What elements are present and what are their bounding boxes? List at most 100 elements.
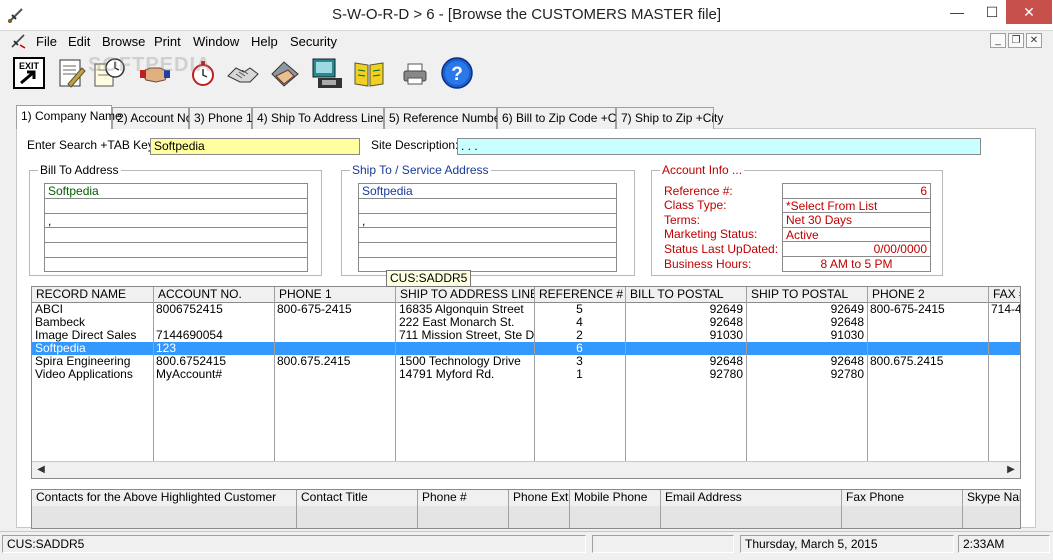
scroll-left-icon[interactable]: ◀ (33, 463, 49, 477)
terms-value[interactable]: Net 30 Days (783, 213, 930, 228)
col-fax[interactable]: FAX # (989, 287, 1020, 303)
hand-card-icon[interactable] (268, 56, 302, 90)
table-cell: 92649 (709, 303, 743, 316)
table-cell: ABCI (35, 303, 64, 316)
col-reference[interactable]: REFERENCE # (535, 287, 626, 303)
tab-ship-to-zip[interactable]: 7) Ship to Zip +City (616, 107, 723, 129)
table-cell: 8006752415 (156, 303, 223, 316)
col-mobile-phone[interactable]: Mobile Phone (570, 490, 661, 506)
col-bill-to-postal[interactable]: BILL TO POSTAL (626, 287, 747, 303)
search-input[interactable]: Softpedia (150, 138, 360, 155)
mdi-restore-button[interactable]: ❐ (1008, 33, 1024, 48)
table-cell: Spira Engineering (35, 355, 131, 368)
table-cell: 1500 Technology Drive (399, 355, 521, 368)
marketing-status-label: Marketing Status: (664, 227, 758, 241)
status-time: 2:33AM (958, 535, 1050, 553)
tab-phone-1[interactable]: 3) Phone 1 (189, 107, 253, 129)
tab-reference-number[interactable]: 5) Reference Number (384, 107, 504, 129)
mdi-minimize-button[interactable]: _ (990, 33, 1006, 48)
help-icon[interactable]: ? (440, 56, 474, 90)
bill-to-line-5[interactable] (45, 243, 307, 258)
table-row[interactable]: Video Applications MyAccount# 14791 Myford… (32, 368, 1020, 381)
col-contact-phone[interactable]: Phone # (418, 490, 509, 506)
table-row[interactable]: Image Direct Sales 7144690054 711 Mission … (32, 329, 1020, 342)
maximize-button[interactable]: ☐ (975, 0, 1009, 24)
table-cell: 14791 Myford Rd. (399, 368, 495, 381)
ship-to-line-4[interactable] (359, 228, 616, 244)
marketing-status-value[interactable]: Active (783, 228, 930, 243)
menu-file[interactable]: File (36, 34, 57, 49)
col-ship-to-address-line2[interactable]: SHIP TO ADDRESS LINE2 (396, 287, 535, 303)
menu-print[interactable]: Print (154, 34, 181, 49)
col-phone-ext[interactable]: Phone Ext (509, 490, 570, 506)
bill-to-line-6[interactable] (45, 258, 307, 273)
close-button[interactable]: ✕ (1006, 0, 1052, 24)
tab-account-no[interactable]: 2) Account No (112, 107, 192, 129)
col-contacts[interactable]: Contacts for the Above Highlighted Custo… (32, 490, 297, 506)
bill-to-line-1[interactable]: Softpedia (45, 184, 307, 199)
col-ship-to-postal[interactable]: SHIP TO POSTAL (747, 287, 868, 303)
table-cell (395, 342, 534, 355)
table-cell (988, 329, 1020, 342)
menu-browse[interactable]: Browse (102, 34, 145, 49)
reference-value[interactable]: 6 (783, 184, 930, 199)
document-edit-icon[interactable] (54, 56, 88, 90)
table-row[interactable]: Bambeck 222 East Monarch St. 4 92648 92648 (32, 316, 1020, 329)
bill-to-line-2[interactable] (45, 199, 307, 214)
bill-to-line-4[interactable] (45, 228, 307, 244)
col-email-address[interactable]: Email Address (661, 490, 842, 506)
printer-icon[interactable] (398, 56, 432, 90)
ship-to-line-5[interactable] (359, 243, 616, 258)
handshake-deal-icon[interactable] (226, 56, 260, 90)
table-cell: 16835 Algonquin Street (399, 303, 524, 316)
ship-to-line-3[interactable]: , (359, 214, 616, 229)
table-cell (988, 316, 1020, 329)
book-icon[interactable] (352, 56, 386, 90)
table-row[interactable]: Spira Engineering 800.6752415 800.675.2415… (32, 355, 1020, 368)
col-skype-name[interactable]: Skype Nam (963, 490, 1020, 506)
table-cell: 92648 (830, 355, 864, 368)
col-phone-2[interactable]: PHONE 2 (868, 287, 989, 303)
col-account-no[interactable]: ACCOUNT NO. (154, 287, 275, 303)
contacts-grid[interactable]: Contacts for the Above Highlighted Custo… (31, 489, 1021, 529)
col-contact-title[interactable]: Contact Title (297, 490, 418, 506)
grid-horizontal-scrollbar[interactable]: ◀ ▶ (32, 461, 1020, 478)
mdi-close-button[interactable]: ✕ (1026, 33, 1042, 48)
scroll-right-icon[interactable]: ▶ (1003, 463, 1019, 477)
col-phone-1[interactable]: PHONE 1 (275, 287, 396, 303)
table-row[interactable]: Softpedia 123 6 (32, 342, 1020, 355)
site-description-input[interactable]: . . . (457, 138, 981, 155)
col-record-name[interactable]: RECORD NAME (32, 287, 154, 303)
status-updated-value[interactable]: 0/00/0000 (783, 242, 930, 257)
table-cell: 800-675-2415 (870, 303, 945, 316)
class-type-value[interactable]: *Select From List (783, 199, 930, 214)
table-cell: 91030 (709, 329, 743, 342)
menu-security[interactable]: Security (290, 34, 337, 49)
table-cell (153, 316, 274, 329)
exit-icon[interactable]: EXIT (12, 56, 46, 90)
menu-window[interactable]: Window (193, 34, 239, 49)
table-row[interactable]: ABCI 8006752415 800-675-2415 16835 Algonqui… (32, 303, 1020, 316)
site-description-label: Site Description: (371, 138, 459, 152)
menu-edit[interactable]: Edit (68, 34, 90, 49)
reference-label: Reference #: (664, 184, 733, 198)
ship-to-line-1[interactable]: Softpedia (359, 184, 616, 199)
computer-disk-icon[interactable] (310, 56, 344, 90)
tab-ship-to-address-line-2[interactable]: 4) Ship To Address Line 2 (252, 107, 394, 129)
tab-bill-to-zip[interactable]: 6) Bill to Zip Code +City (497, 107, 628, 129)
sword-doc-icon[interactable] (10, 33, 26, 49)
bill-to-title: Bill To Address (38, 163, 121, 177)
customers-grid[interactable]: RECORD NAME ACCOUNT NO. PHONE 1 SHIP TO … (31, 286, 1021, 479)
ship-to-line-2[interactable] (359, 199, 616, 214)
minimize-button[interactable]: — (940, 0, 974, 24)
bill-to-line-3[interactable]: , (45, 214, 307, 229)
account-info-values: 6 *Select From List Net 30 Days Active 0… (782, 183, 931, 272)
table-cell: 92649 (830, 303, 864, 316)
table-cell: 7144690054 (156, 329, 223, 342)
table-cell: 92780 (709, 368, 743, 381)
menu-help[interactable]: Help (251, 34, 278, 49)
business-hours-value[interactable]: 8 AM to 5 PM (783, 257, 930, 272)
title-bar: S-W-O-R-D > 6 - [Browse the CUSTOMERS MA… (0, 0, 1053, 31)
col-fax-phone[interactable]: Fax Phone (842, 490, 963, 506)
tab-company-name[interactable]: 1) Company Name (16, 105, 122, 129)
